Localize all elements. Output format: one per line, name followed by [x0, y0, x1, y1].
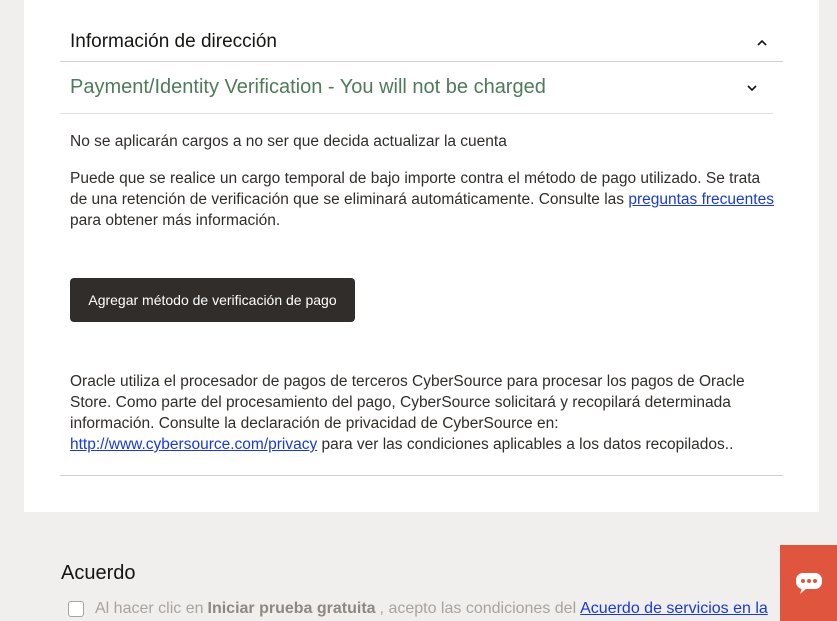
address-section-title: Información de dirección	[70, 30, 277, 52]
chevron-down-icon[interactable]	[745, 81, 759, 95]
add-payment-method-button[interactable]: Agregar método de verificación de pago	[70, 278, 355, 322]
temp-charge-paragraph: Puede que se realice un cargo temporal d…	[70, 168, 775, 231]
agreement-title: Acuerdo	[61, 562, 136, 584]
no-charge-text: No se aplicarán cargos a no ser que deci…	[70, 133, 507, 150]
faq-link[interactable]: preguntas frecuentes	[628, 191, 774, 208]
processor-text: Oracle utiliza el procesador de pagos de…	[70, 373, 745, 432]
cybersource-privacy-link[interactable]: http://www.cybersource.com/privacy	[70, 436, 317, 453]
chat-icon	[795, 573, 822, 594]
agreement-prefix: Al hacer clic en	[95, 600, 204, 617]
chevron-up-icon[interactable]	[755, 36, 769, 50]
section-divider	[60, 475, 783, 476]
agreement-middle: , acepto las condiciones del	[379, 600, 577, 617]
address-accordion-header[interactable]: Información de dirección	[60, 24, 783, 62]
temp-charge-suffix: para obtener más información.	[70, 212, 281, 229]
agreement-checkbox[interactable]	[68, 601, 84, 617]
processor-paragraph: Oracle utiliza el procesador de pagos de…	[70, 371, 775, 455]
page: Información de dirección Payment/Identit…	[0, 0, 837, 621]
services-agreement-link[interactable]: Acuerdo de servicios en la	[580, 600, 768, 618]
processor-suffix: para ver las condiciones aplicables a lo…	[317, 436, 734, 453]
payment-section-title: Payment/Identity Verification - You will…	[70, 76, 546, 98]
agreement-bold-term: Iniciar prueba gratuita	[207, 600, 376, 617]
payment-accordion-header[interactable]: Payment/Identity Verification - You will…	[60, 62, 773, 114]
chat-button[interactable]	[780, 545, 837, 621]
agreement-row: Al hacer clic en Iniciar prueba gratuita…	[68, 600, 768, 618]
